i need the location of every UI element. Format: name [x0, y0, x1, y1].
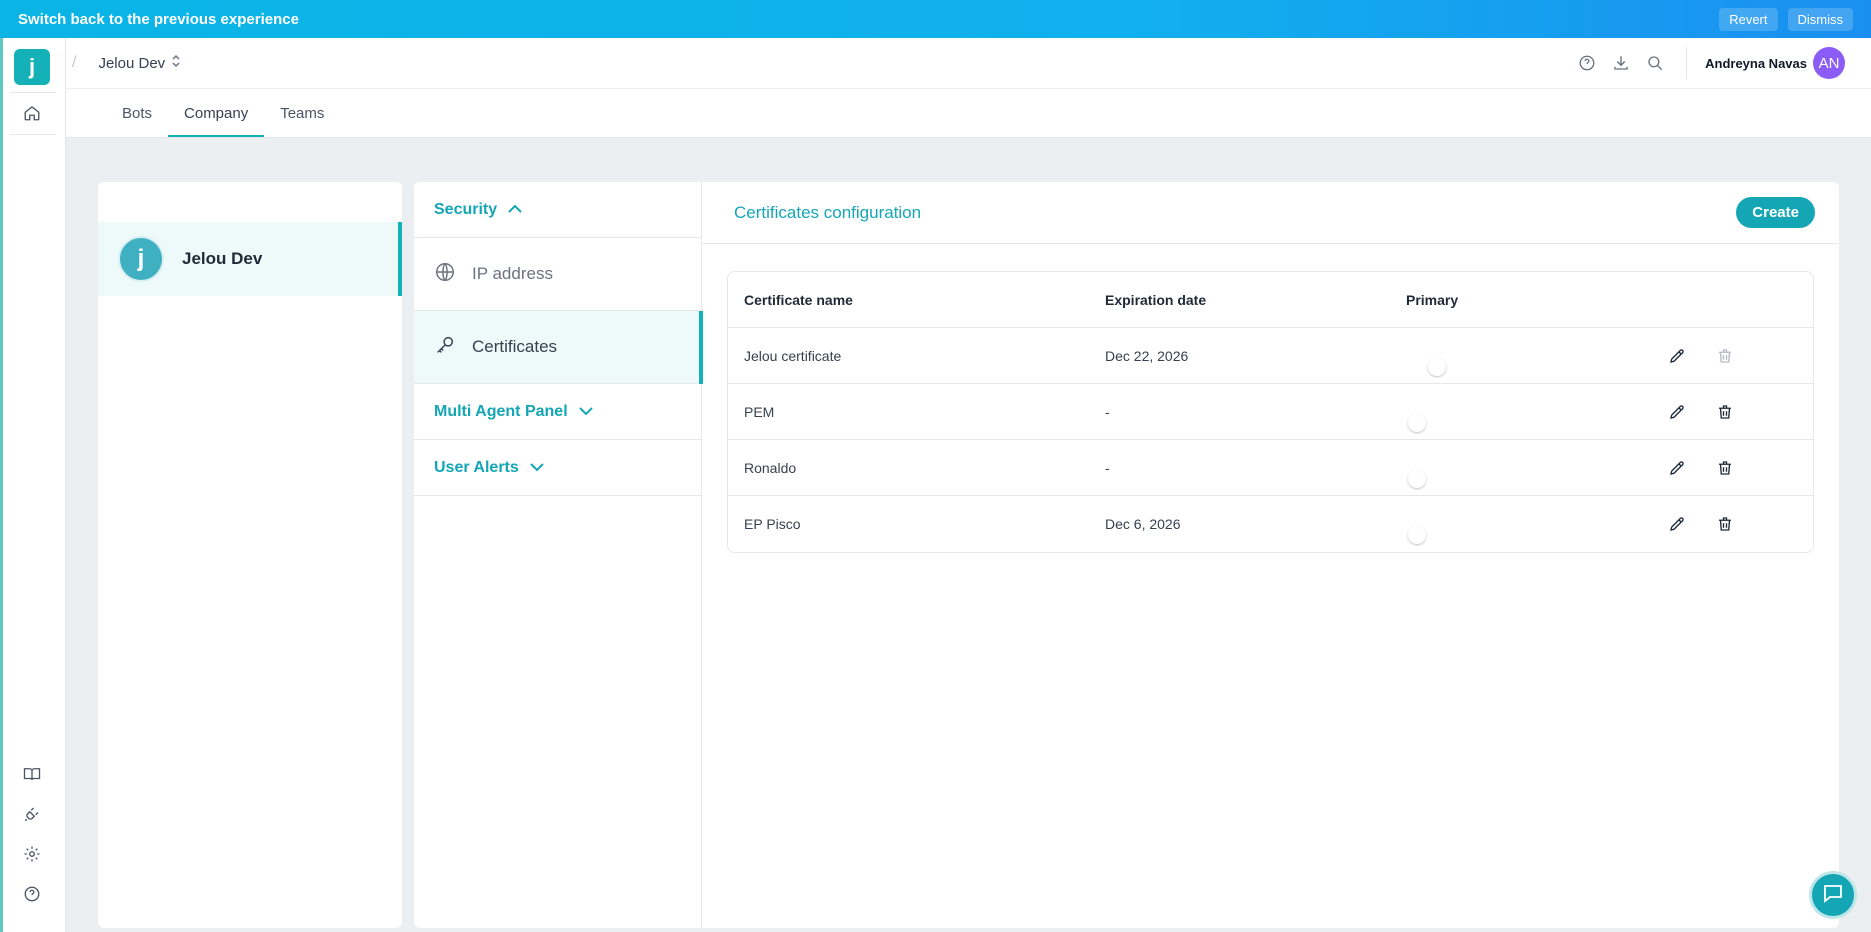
- toggle-knob: [1408, 526, 1426, 544]
- company-name: Jelou Dev: [182, 249, 263, 268]
- company-logo: j: [118, 236, 164, 282]
- menu-group-label: User Alerts: [434, 458, 519, 476]
- menu-group-user-alerts[interactable]: User Alerts: [414, 440, 702, 496]
- chat-button[interactable]: [1809, 871, 1857, 919]
- rail-divider: [10, 134, 56, 135]
- menu-group-multi-agent-panel[interactable]: Multi Agent Panel: [414, 384, 702, 440]
- help-circle-icon[interactable]: [1570, 46, 1604, 80]
- section-tabs: Bots Company Teams: [66, 89, 1871, 138]
- page-title: Certificates configuration: [734, 202, 922, 222]
- company-item[interactable]: j Jelou Dev: [98, 222, 402, 296]
- edit-icon[interactable]: [1666, 457, 1688, 479]
- tab-company[interactable]: Company: [168, 89, 265, 137]
- key-icon: [434, 334, 456, 361]
- edit-icon[interactable]: [1666, 513, 1688, 535]
- workspace-name: Jelou Dev: [98, 54, 166, 72]
- chevron-up-icon: [507, 201, 523, 219]
- column-header-primary: Primary: [1406, 291, 1459, 308]
- create-button[interactable]: Create: [1736, 197, 1815, 228]
- plug-icon[interactable]: [20, 802, 44, 826]
- help-icon[interactable]: [20, 882, 44, 906]
- active-indicator: [398, 222, 402, 296]
- home-icon[interactable]: [20, 101, 44, 125]
- company-list-panel: j Jelou Dev: [98, 182, 402, 928]
- toggle-knob: [1408, 413, 1426, 432]
- certificates-table: Certificate name Expiration date Primary…: [727, 271, 1814, 553]
- chat-bubble-icon: [1821, 881, 1845, 910]
- menu-item-ip-address[interactable]: IP address: [414, 238, 702, 311]
- menu-item-certificates[interactable]: Certificates: [414, 311, 703, 384]
- delete-icon[interactable]: [1714, 457, 1736, 479]
- revert-button[interactable]: Revert: [1719, 7, 1778, 31]
- table-header: Certificate name Expiration date Primary: [728, 272, 1813, 328]
- globe-icon: [434, 261, 456, 288]
- expiration-date: Dec 22, 2026: [1105, 347, 1189, 364]
- user-name[interactable]: Andreyna Navas: [1705, 56, 1807, 71]
- table-row: EP Pisco Dec 6, 2026: [728, 496, 1813, 552]
- config-header: Certificates configuration Create: [702, 182, 1839, 244]
- settings-menu: Security IP address Certificates Multi A…: [414, 182, 703, 928]
- delete-icon[interactable]: [1714, 345, 1736, 367]
- column-header-name: Certificate name: [744, 291, 853, 308]
- breadcrumb-separator: /: [72, 54, 77, 71]
- menu-item-label: Certificates: [472, 337, 558, 356]
- settings-panel: Security IP address Certificates Multi A…: [414, 182, 1839, 928]
- workspace-selector[interactable]: Jelou Dev: [98, 54, 181, 72]
- row-actions: [1666, 513, 1813, 535]
- edit-icon[interactable]: [1666, 345, 1688, 367]
- certificate-name: Jelou certificate: [744, 347, 842, 364]
- certificates-config: Certificates configuration Create Certif…: [702, 182, 1839, 928]
- edit-icon[interactable]: [1666, 401, 1688, 423]
- menu-group-label: Security: [434, 200, 498, 218]
- header-actions: Andreyna Navas AN: [1570, 38, 1871, 88]
- chevron-down-icon: [578, 403, 594, 421]
- chevron-updown-icon: [171, 54, 181, 72]
- banner-actions: Revert Dismiss: [1719, 7, 1853, 31]
- gear-icon[interactable]: [20, 842, 44, 866]
- delete-icon[interactable]: [1714, 513, 1736, 535]
- header-divider: [1686, 47, 1688, 79]
- row-actions: [1666, 457, 1813, 479]
- row-actions: [1666, 401, 1813, 423]
- row-actions: [1666, 345, 1813, 367]
- avatar[interactable]: AN: [1813, 47, 1845, 79]
- table-row: Ronaldo -: [728, 440, 1813, 496]
- experience-banner: Switch back to the previous experience R…: [0, 0, 1871, 38]
- certificate-name: PEM: [744, 403, 775, 420]
- download-icon[interactable]: [1604, 46, 1638, 80]
- search-icon[interactable]: [1638, 46, 1672, 80]
- certificate-name: EP Pisco: [744, 516, 801, 532]
- menu-group-label: Multi Agent Panel: [434, 402, 568, 420]
- app-logo[interactable]: j: [14, 49, 50, 85]
- tab-bots[interactable]: Bots: [106, 89, 168, 137]
- tab-teams[interactable]: Teams: [264, 89, 340, 137]
- expiration-date: -: [1105, 459, 1110, 476]
- table-row: PEM -: [728, 384, 1813, 440]
- top-header: / Jelou Dev Andreyna Navas AN: [66, 38, 1871, 89]
- left-rail: j: [0, 38, 66, 932]
- certificate-name: Ronaldo: [744, 459, 797, 476]
- menu-group-security[interactable]: Security: [414, 182, 702, 238]
- toggle-knob: [1408, 469, 1426, 488]
- dismiss-button[interactable]: Dismiss: [1787, 7, 1853, 31]
- column-header-expiration: Expiration date: [1105, 291, 1207, 308]
- chevron-down-icon: [529, 459, 545, 477]
- menu-item-label: IP address: [472, 264, 553, 283]
- banner-message: Switch back to the previous experience: [18, 10, 299, 28]
- book-icon[interactable]: [20, 762, 44, 786]
- table-row: Jelou certificate Dec 22, 2026: [728, 328, 1813, 384]
- expiration-date: -: [1105, 403, 1110, 420]
- rail-divider: [10, 92, 56, 93]
- toggle-knob: [1428, 357, 1446, 376]
- rail-edge: [0, 38, 3, 932]
- delete-icon[interactable]: [1714, 401, 1736, 423]
- expiration-date: Dec 6, 2026: [1105, 516, 1181, 532]
